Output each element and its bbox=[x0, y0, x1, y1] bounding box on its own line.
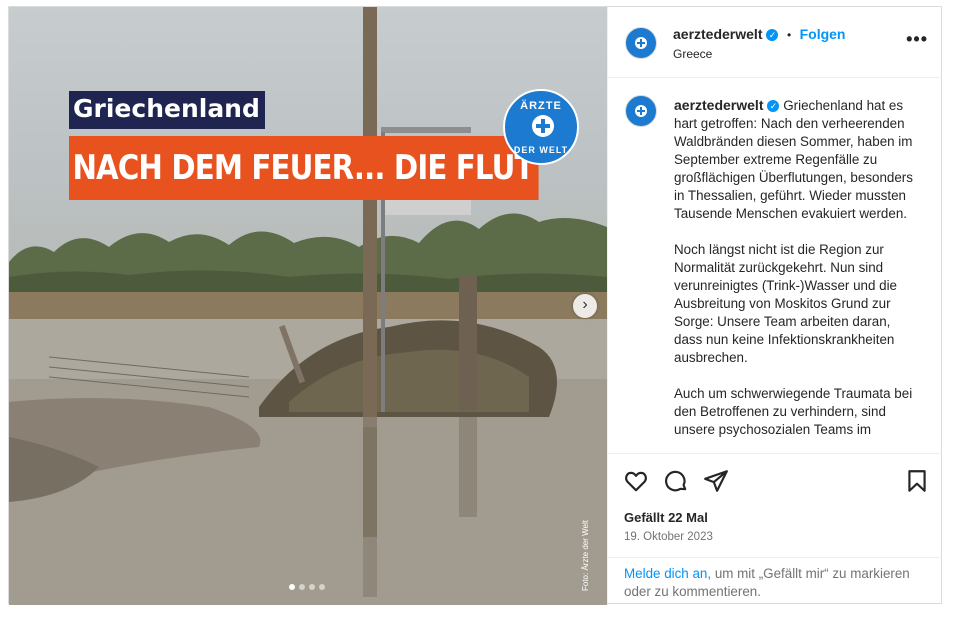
post-date[interactable]: 19. Oktober 2023 bbox=[624, 531, 713, 543]
caption-area: aerztederwelt ✓ Griechenland hat es hart … bbox=[608, 78, 942, 452]
caption-text: aerztederwelt ✓ Griechenland hat es hart … bbox=[674, 96, 919, 452]
author-username[interactable]: aerztederwelt bbox=[673, 26, 762, 42]
chevron-right-icon: › bbox=[582, 296, 588, 313]
login-link[interactable]: Melde dich an bbox=[624, 566, 707, 581]
share-send-icon[interactable] bbox=[703, 468, 729, 494]
overlay-location-tag: Griechenland bbox=[69, 91, 265, 129]
save-bookmark-icon[interactable] bbox=[904, 468, 930, 494]
separator-dot: • bbox=[786, 28, 792, 42]
caption-paragraph-2: Noch längst nicht ist die Region zur Nor… bbox=[674, 242, 898, 365]
logo-text-bottom: DER WELT bbox=[513, 145, 569, 155]
post-actions: Gefällt 22 Mal 19. Oktober 2023 bbox=[608, 453, 942, 558]
comment-icon[interactable] bbox=[663, 468, 689, 494]
post-header: aerztederwelt ✓ • Folgen Greece ••• bbox=[608, 7, 942, 78]
verified-badge-icon: ✓ bbox=[767, 100, 780, 113]
carousel-dot-active bbox=[289, 584, 295, 590]
medical-cross-icon bbox=[635, 105, 647, 117]
carousel-dot bbox=[299, 584, 305, 590]
author-avatar[interactable] bbox=[625, 27, 657, 59]
overlay-headline: NACH DEM FEUER... DIE FLUT bbox=[69, 136, 539, 200]
medical-cross-icon bbox=[532, 115, 554, 137]
caption-username[interactable]: aerztederwelt bbox=[674, 97, 763, 113]
carousel-dot bbox=[309, 584, 315, 590]
post-location[interactable]: Greece bbox=[673, 47, 712, 61]
aerzte-der-welt-logo: ÄRZTE DER WELT bbox=[503, 89, 579, 165]
post-media[interactable]: Griechenland NACH DEM FEUER... DIE FLUT … bbox=[9, 7, 607, 605]
carousel-indicator bbox=[289, 584, 325, 590]
carousel-next-button[interactable]: › bbox=[573, 294, 597, 318]
logo-text-top: ÄRZTE bbox=[520, 100, 562, 112]
like-heart-icon[interactable] bbox=[623, 468, 649, 494]
photo-credit: Foto: Ärzte der Welt bbox=[581, 520, 590, 591]
verified-badge-icon: ✓ bbox=[766, 28, 779, 41]
like-count[interactable]: Gefällt 22 Mal bbox=[624, 510, 708, 525]
carousel-dot bbox=[319, 584, 325, 590]
login-prompt: Melde dich an, um mit „Gefällt mir“ zu m… bbox=[608, 557, 942, 604]
medical-cross-icon bbox=[635, 37, 647, 49]
instagram-post: Griechenland NACH DEM FEUER... DIE FLUT … bbox=[8, 6, 942, 605]
caption-paragraph-3: Auch um schwerwiegende Traumata bei den … bbox=[674, 386, 913, 437]
more-options-icon[interactable]: ••• bbox=[906, 29, 928, 50]
follow-button[interactable]: Folgen bbox=[800, 26, 846, 42]
post-sidebar: aerztederwelt ✓ • Folgen Greece ••• aerzt… bbox=[607, 7, 942, 603]
caption-paragraph-1: Griechenland hat es hart getroffen: Nach… bbox=[674, 98, 913, 221]
caption-author-avatar[interactable] bbox=[625, 95, 657, 127]
